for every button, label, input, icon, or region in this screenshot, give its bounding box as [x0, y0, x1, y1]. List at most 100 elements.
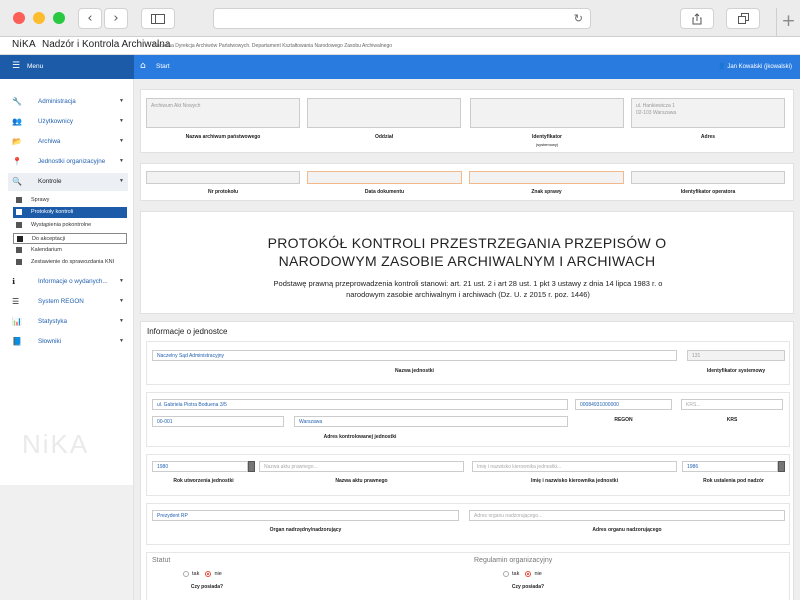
list-icon: [16, 209, 22, 215]
radio-icon: [503, 571, 509, 577]
sidebar-item-label: System REGON: [38, 298, 84, 305]
regon-input[interactable]: 00084931000000: [575, 399, 672, 410]
regulations-no-label: nie: [534, 571, 542, 578]
archive-identifier-label: Identyfikator: [531, 134, 562, 140]
tabs-button[interactable]: [726, 8, 760, 29]
year-supervision-stepper[interactable]: [778, 461, 785, 472]
chevron-down-icon: ▼: [119, 158, 124, 164]
back-button[interactable]: ‹: [78, 8, 102, 29]
legal-act-input[interactable]: Nazwa aktu prawnego...: [259, 461, 464, 472]
sidebar-sub-protokoly[interactable]: Protokoły kontroli: [13, 207, 127, 218]
sidebar-item-label: Jednostki organizacyjne: [38, 158, 106, 165]
reload-icon[interactable]: ↻: [574, 12, 583, 25]
regulations-no-option[interactable]: nie: [525, 571, 542, 578]
sidebar-item-archiwa[interactable]: 📂 Archiwa ▼: [8, 133, 128, 151]
sidebar-item-informacje[interactable]: ℹ Informacje o wydanych... ▼: [8, 273, 128, 291]
radio-checked-icon: [205, 571, 212, 577]
document-title-line2: NARODOWYM ZASOBIE ARCHIWALNYM I ARCHIWAC…: [278, 253, 656, 269]
unit-name-input[interactable]: Naczelny Sąd Administracyjny: [152, 350, 677, 361]
home-icon[interactable]: ⌂: [140, 61, 146, 71]
year-supervision-label: Rok ustalenia pod nadzór: [703, 478, 764, 484]
sidebar-item-slowniki[interactable]: 📘 Słowniki ▼: [8, 333, 128, 351]
sidebar-toggle-button[interactable]: [141, 8, 175, 29]
sidebar-sub-label: Zestawienie do sprawozdania KNI: [31, 259, 115, 265]
street-input[interactable]: ul. Gabriela Piotra Boduena 3/5: [152, 399, 568, 410]
map-marker-icon: 📍: [12, 157, 22, 166]
forward-button[interactable]: ›: [104, 8, 128, 29]
minimize-window-icon[interactable]: [33, 12, 45, 24]
legal-act-label: Nazwa aktu prawnego: [335, 478, 388, 484]
sidebar-sub-wystapienia[interactable]: Wystąpienia pokontrolne: [13, 220, 127, 231]
share-button[interactable]: [680, 8, 714, 29]
year-created-stepper[interactable]: [248, 461, 255, 472]
sidebar-item-regon[interactable]: ☰ System REGON ▼: [8, 293, 128, 311]
app-header: NiKA Nadzór i Kontrola Archiwalna Naczel…: [0, 37, 800, 55]
sidebar-item-administracja[interactable]: 🔧 Administracja ▼: [8, 93, 128, 111]
sidebar-sub-do-akceptacji[interactable]: Do akceptacji: [13, 233, 127, 244]
address-bar[interactable]: ↻: [213, 8, 591, 29]
new-tab-button[interactable]: +: [776, 8, 800, 37]
archive-name-label: Nazwa archiwum państwowego: [185, 134, 261, 140]
sidebar-sub-sprawy[interactable]: Sprawy: [13, 195, 127, 206]
regon-label: REGON: [614, 417, 633, 423]
sidebar-item-statystyka[interactable]: 📊 Statystyka ▼: [8, 313, 128, 331]
case-sign-input[interactable]: [469, 171, 624, 184]
unit-head-label: Imię i nazwisko kierownika jednostki: [531, 478, 618, 484]
statute-no-label: nie: [214, 571, 222, 578]
statute-no-option[interactable]: nie: [205, 571, 222, 578]
chevron-down-icon: ▼: [119, 338, 124, 344]
unit-section-title: Informacje o jednostce: [147, 327, 228, 336]
operator-id-label: Identyfikator operatora: [680, 189, 736, 195]
parent-organ-input[interactable]: Prezydent RP: [152, 510, 459, 521]
info-icon: ℹ: [12, 277, 16, 286]
regulations-radio-group: tak nie: [503, 571, 542, 577]
postal-code-input[interactable]: 00-001: [152, 416, 284, 427]
sidebar-item-jednostki[interactable]: 📍 Jednostki organizacyjne ▼: [8, 153, 128, 171]
menu-toggle[interactable]: ☰ Menu: [0, 55, 134, 79]
document-header-panel: PROTOKÓŁ KONTROLI PRZESTRZEGANIA PRZEPIS…: [140, 211, 794, 314]
hamburger-icon: ☰: [12, 61, 21, 71]
legal-basis-line1: Podstawę prawną przeprowadzenia kontroli…: [273, 279, 663, 288]
sidebar-item-label: Użytkownicy: [38, 118, 73, 125]
sidebar-sub-kalendarium[interactable]: Kalendarium: [13, 245, 127, 256]
sidebar-item-label: Archiwa: [38, 138, 61, 145]
parent-address-input[interactable]: Adres organu nadzorującego...: [469, 510, 785, 521]
breadcrumb-start[interactable]: Start: [156, 63, 170, 70]
year-supervision-input[interactable]: 1986: [682, 461, 778, 472]
sidebar-item-label: Administracja: [38, 98, 76, 105]
sidebar-sub-label: Kalendarium: [31, 247, 62, 253]
sidebar-item-uzytkownicy[interactable]: 👥 Użytkownicy ▼: [8, 113, 128, 131]
krs-input[interactable]: KRS...: [681, 399, 783, 410]
unit-info-panel: Informacje o jednostce Naczelny Sąd Admi…: [140, 321, 794, 600]
user-menu[interactable]: 👤 Jan Kowalski (jkowalski): [718, 63, 792, 70]
tabs-icon: [737, 13, 749, 24]
sidebar-item-label: Słowniki: [38, 338, 62, 345]
city-input[interactable]: Warszawa: [294, 416, 568, 427]
archive-address-field: ul. Hankiewicza 1 02-103 Warszawa: [631, 98, 785, 128]
sidebar-sub-label: Wystąpienia pokontrolne: [31, 222, 92, 228]
chevron-down-icon: ▼: [119, 118, 124, 124]
case-sign-label: Znak sprawy: [531, 189, 562, 195]
main-content: Archiwum Akt Nowych ul. Hankiewicza 1 02…: [134, 79, 800, 600]
statute-yes-option[interactable]: tak: [183, 571, 199, 577]
file-icon: [16, 259, 22, 265]
maximize-window-icon[interactable]: [53, 12, 65, 24]
sidebar-footer: [0, 485, 134, 600]
sidebar-item-kontrole[interactable]: 🔍 Kontrole ▼: [8, 173, 128, 191]
operator-id-input[interactable]: [631, 171, 785, 184]
chevron-down-icon: ▼: [119, 318, 124, 324]
regulations-yes-option[interactable]: tak: [503, 571, 519, 577]
unit-address-group: ul. Gabriela Piotra Boduena 3/5 00-001 W…: [146, 392, 790, 447]
archive-address-line2: 02-103 Warszawa: [636, 110, 677, 116]
protocol-number-input[interactable]: [146, 171, 300, 184]
parent-organ-label: Organ nadrzędny/nadzorujący: [269, 527, 342, 533]
unit-head-input[interactable]: Imię i nazwisko kierownika jednostki...: [472, 461, 677, 472]
chevron-down-icon: ▼: [119, 138, 124, 144]
archive-identifier-field: [470, 98, 624, 128]
document-date-input[interactable]: [307, 171, 462, 184]
close-window-icon[interactable]: [13, 12, 25, 24]
year-created-input[interactable]: 1980: [152, 461, 248, 472]
protocol-number-label: Nr protokołu: [208, 189, 238, 195]
sidebar-sub-label: Protokoły kontroli: [31, 209, 74, 215]
sidebar-sub-zestawienie[interactable]: Zestawienie do sprawozdania KNI: [13, 257, 127, 268]
